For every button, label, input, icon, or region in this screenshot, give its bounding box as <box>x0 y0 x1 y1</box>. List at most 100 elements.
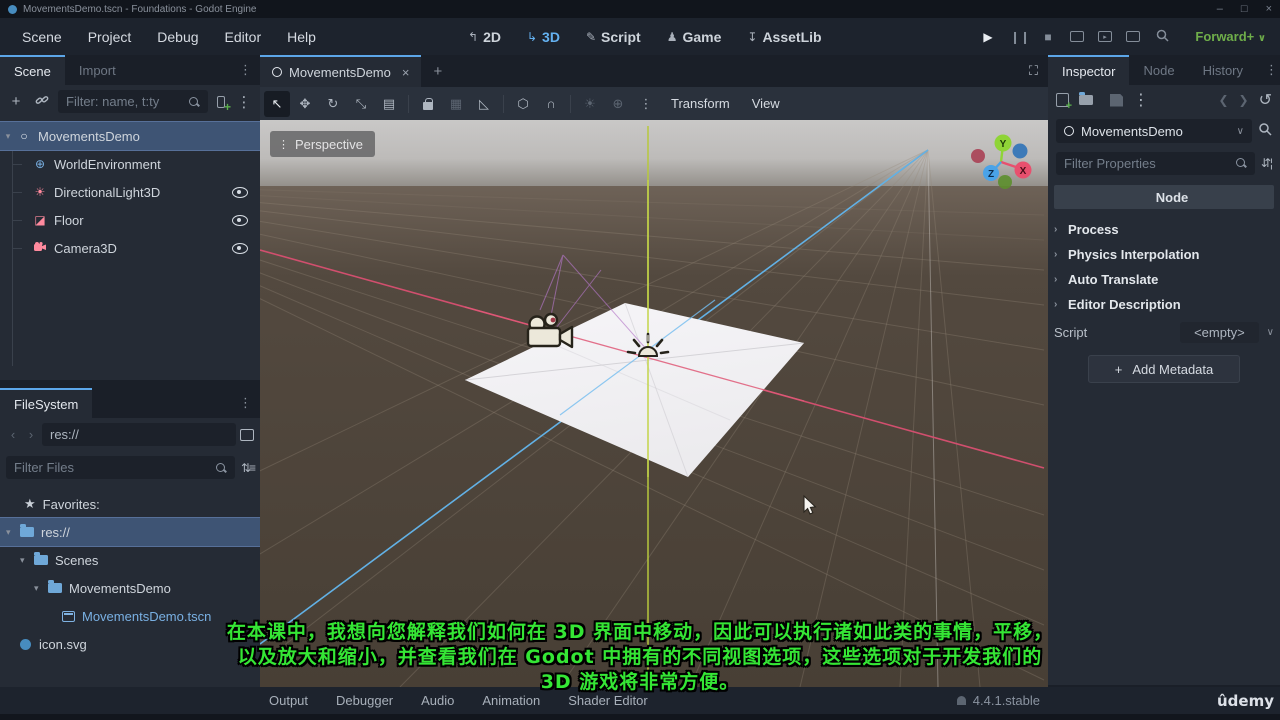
rotate-tool[interactable]: ↻ <box>320 91 346 117</box>
tree-row-camera3d[interactable]: Camera3D <box>0 234 260 262</box>
snap-toggle[interactable]: ∩ <box>538 91 564 117</box>
pause-button[interactable]: ❙❙ <box>1010 30 1030 44</box>
fs-row-icon-svg[interactable]: icon.svg <box>0 630 260 658</box>
axis-neg-x-ball[interactable] <box>971 149 985 163</box>
inspector-section-node[interactable]: Node <box>1054 185 1274 209</box>
history-forward-icon[interactable]: ❯ <box>1239 93 1249 107</box>
property-filter-input[interactable] <box>1064 155 1235 171</box>
tab-scene[interactable]: Scene <box>0 55 65 85</box>
path-field[interactable] <box>42 423 236 446</box>
tab-filesystem[interactable]: FileSystem <box>0 388 93 418</box>
movie-maker-button[interactable] <box>1126 31 1140 42</box>
ruler-tool[interactable]: ◺ <box>471 91 497 117</box>
axis-neg-y-ball[interactable] <box>998 175 1012 189</box>
edited-node-selector[interactable]: MovementsDemo ∨ <box>1056 119 1252 143</box>
debug-magnifier-button[interactable] <box>1154 29 1170 45</box>
tab-inspector[interactable]: Inspector <box>1048 55 1130 85</box>
mesh-options-button[interactable]: ⬡ <box>510 91 536 117</box>
chevron-down-icon[interactable]: ∨ <box>1267 327 1274 338</box>
transform-menu[interactable]: Transform <box>661 96 740 111</box>
collapse-icon[interactable]: ▾ <box>0 131 16 142</box>
path-input[interactable] <box>50 427 228 442</box>
menu-debug[interactable]: Debug <box>147 25 208 49</box>
fs-row-root[interactable]: ▾ res:// <box>0 517 261 547</box>
workspace-2d[interactable]: ↰ 2D <box>460 26 509 48</box>
workspace-3d[interactable]: ↳ 3D <box>519 26 568 48</box>
scene-panel-menu-icon[interactable]: ⋮ <box>231 55 260 85</box>
category-physics-interpolation[interactable]: › Physics Interpolation <box>1054 242 1274 267</box>
attach-script-button[interactable] <box>214 95 231 114</box>
workspace-assetlib[interactable]: ↧ AssetLib <box>739 26 829 48</box>
bottom-tab-output[interactable]: Output <box>255 693 322 708</box>
split-view-icon[interactable] <box>240 428 254 441</box>
tree-row-directionallight3d[interactable]: ☀ DirectionalLight3D <box>0 178 260 206</box>
fs-row-scenes[interactable]: ▾ Scenes <box>0 546 260 574</box>
tab-node[interactable]: Node <box>1129 55 1188 85</box>
list-select-tool[interactable]: ▤ <box>376 91 402 117</box>
stop-button[interactable]: ■ <box>1040 30 1056 44</box>
resource-extra-menu-icon[interactable]: ⋮ <box>1133 90 1149 110</box>
lock-button[interactable] <box>415 91 441 117</box>
visibility-eye-icon[interactable] <box>232 242 248 254</box>
sort-files-icon[interactable]: ⇅≡ <box>241 461 256 475</box>
menu-help[interactable]: Help <box>277 25 326 49</box>
fs-row-scene-file[interactable]: MovementsDemo.tscn <box>0 602 260 630</box>
scene-filter-input[interactable] <box>66 94 188 109</box>
save-resource-button[interactable] <box>1110 93 1123 107</box>
tree-row-worldenvironment[interactable]: ⊕ WorldEnvironment <box>0 150 260 178</box>
fs-row-movementsdemo[interactable]: ▾ MovementsDemo <box>0 574 260 602</box>
minimize-button[interactable]: – <box>1217 3 1223 15</box>
filesystem-panel-menu-icon[interactable]: ⋮ <box>231 388 260 418</box>
renderer-selector[interactable]: Forward+ ∨ <box>1195 29 1266 44</box>
tree-row-floor[interactable]: ◪ Floor <box>0 206 260 234</box>
select-tool[interactable]: ↖ <box>264 90 290 117</box>
instantiate-scene-button[interactable] <box>32 93 52 110</box>
add-metadata-button[interactable]: + Add Metadata <box>1088 355 1240 383</box>
perspective-button[interactable]: ⋮ Perspective <box>270 131 375 157</box>
workspace-game[interactable]: ♟ Game <box>659 26 730 48</box>
file-filter-input[interactable] <box>14 460 215 475</box>
history-list-icon[interactable]: ↺ <box>1259 90 1272 110</box>
menu-project[interactable]: Project <box>78 25 142 49</box>
history-back-icon[interactable]: ❮ <box>1218 93 1228 107</box>
tab-import[interactable]: Import <box>65 55 130 85</box>
scene-tab-movementsdemo[interactable]: MovementsDemo × <box>260 55 422 87</box>
inspector-panel-menu-icon[interactable]: ⋮ <box>1257 55 1280 85</box>
scene-tree-menu-icon[interactable]: ⋮ <box>234 93 254 111</box>
expand-viewport-icon[interactable]: ⛶ <box>1019 55 1048 87</box>
add-node-button[interactable]: + <box>6 93 26 110</box>
script-value[interactable]: <empty> <box>1180 321 1259 343</box>
menu-editor[interactable]: Editor <box>215 25 272 49</box>
category-process[interactable]: › Process <box>1054 217 1274 242</box>
scene-filter[interactable] <box>58 90 208 113</box>
bottom-tab-animation[interactable]: Animation <box>468 693 554 708</box>
file-filter[interactable] <box>6 456 235 479</box>
new-scene-tab-button[interactable]: + <box>421 55 454 87</box>
bottom-tab-debugger[interactable]: Debugger <box>322 693 407 708</box>
run-project-button[interactable]: ▶ <box>980 30 996 44</box>
property-tools-icon[interactable]: ⇵¦ <box>1261 156 1273 170</box>
axis-neg-z-ball[interactable] <box>1012 143 1028 159</box>
tab-history[interactable]: History <box>1189 55 1257 85</box>
category-auto-translate[interactable]: › Auto Translate <box>1054 267 1274 292</box>
favorites-row[interactable]: ★ Favorites: <box>0 490 260 518</box>
view-menu[interactable]: View <box>742 96 790 111</box>
visibility-eye-icon[interactable] <box>232 186 248 198</box>
notification-bell-icon[interactable] <box>956 696 966 705</box>
new-resource-button[interactable] <box>1056 93 1072 112</box>
nav-forward-icon[interactable]: › <box>24 427 38 442</box>
run-remote-button[interactable] <box>1070 31 1084 42</box>
tree-row-root[interactable]: ▾ ○ MovementsDemo <box>0 121 261 151</box>
load-resource-button[interactable] <box>1079 92 1093 105</box>
sun-preview-toggle[interactable]: ☀ <box>577 91 603 117</box>
viewport-extra-menu-icon[interactable]: ⋮ <box>633 91 659 117</box>
close-tab-icon[interactable]: × <box>402 65 410 80</box>
collapse-icon[interactable]: ▾ <box>34 583 48 594</box>
viewport-3d[interactable]: Y X Z <box>260 120 1048 687</box>
open-docs-button[interactable] <box>1258 122 1272 141</box>
collapse-icon[interactable]: ▾ <box>6 527 20 538</box>
workspace-script[interactable]: ✎ Script <box>578 26 649 48</box>
run-current-scene-button[interactable]: ▸ <box>1098 31 1112 42</box>
nav-back-icon[interactable]: ‹ <box>6 427 20 442</box>
environment-preview-toggle[interactable]: ⊕ <box>605 91 631 117</box>
